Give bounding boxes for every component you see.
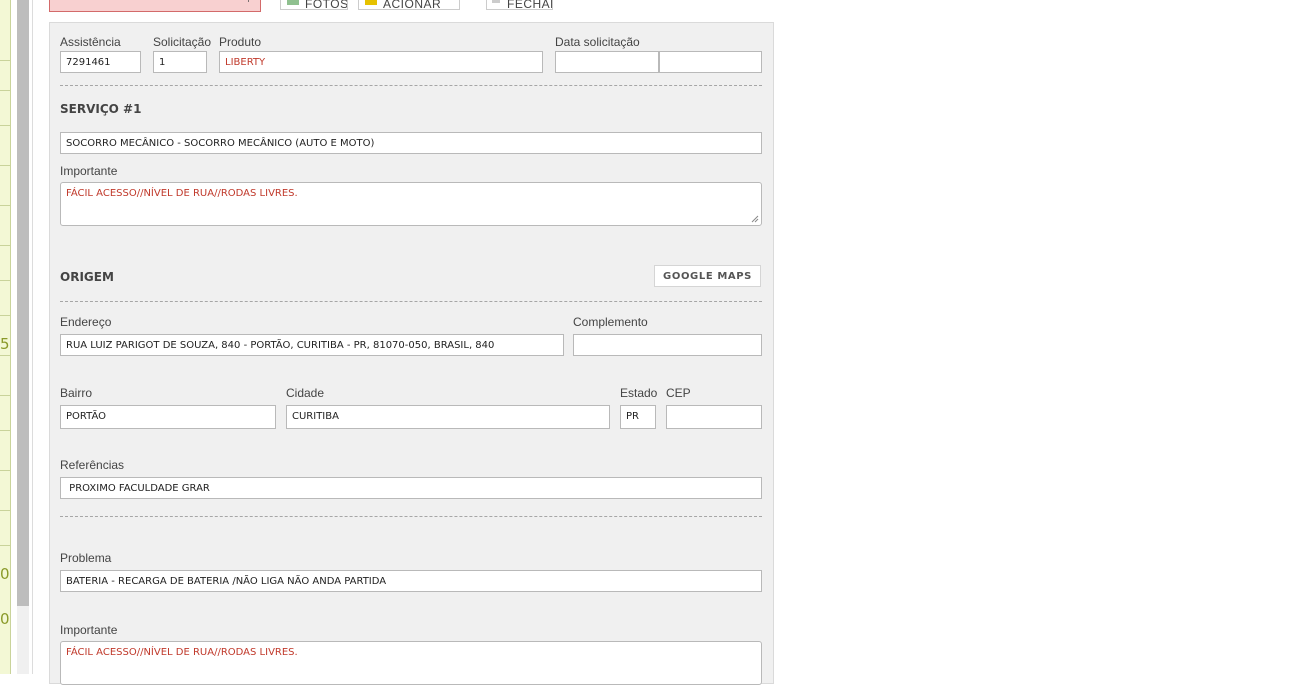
servico-input[interactable]: SOCORRO MECÂNICO - SOCORRO MECÂNICO (AUT… xyxy=(60,132,762,154)
close-icon: x xyxy=(492,0,500,3)
data-solicitacao-time-input[interactable] xyxy=(659,51,762,73)
assistencia-input[interactable]: 7291461 xyxy=(60,51,141,73)
importante-2-text: FÁCIL ACESSO//NÍVEL DE RUA//RODAS LIVRES… xyxy=(66,647,298,658)
chat-icon xyxy=(365,0,377,5)
cep-label: CEP xyxy=(666,386,691,400)
importante-2-label: Importante xyxy=(60,623,118,637)
cidade-input[interactable]: CURITIBA xyxy=(286,405,610,429)
estado-label: Estado xyxy=(620,386,658,400)
problema-input[interactable]: BATERIA - RECARGA DE BATERIA /NÃO LIGA N… xyxy=(60,570,762,592)
servico-section-title: SERVIÇO #1 xyxy=(60,102,142,116)
bairro-label: Bairro xyxy=(60,386,93,400)
resize-grip-icon[interactable] xyxy=(751,215,759,223)
importante-label: Importante xyxy=(60,164,118,178)
cep-input[interactable] xyxy=(666,405,762,429)
referencias-input[interactable]: PROXIMO FACULDADE GRAR xyxy=(60,477,762,499)
divider xyxy=(32,0,33,674)
service-form-panel: Assistência Solicitação Produto Data sol… xyxy=(49,22,774,685)
section-divider xyxy=(60,85,762,86)
google-maps-button[interactable]: GOOGLE MAPS xyxy=(654,265,761,287)
more-icon: ·| xyxy=(244,0,250,3)
produto-input[interactable]: LIBERTY xyxy=(219,51,543,73)
cidade-label: Cidade xyxy=(286,386,325,400)
produto-label: Produto xyxy=(219,35,262,49)
importante-text: FÁCIL ACESSO//NÍVEL DE RUA//RODAS LIVRES… xyxy=(66,188,298,199)
left-list-number: 0 xyxy=(0,610,10,628)
alert-bar[interactable]: ·| xyxy=(49,0,261,12)
data-solicitacao-date-input[interactable] xyxy=(555,51,659,73)
data-solicitacao-label: Data solicitação xyxy=(555,35,640,49)
endereco-input[interactable]: RUA LUIZ PARIGOT DE SOUZA, 840 - PORTÃO,… xyxy=(60,334,564,356)
origem-section-title: ORIGEM xyxy=(60,270,114,284)
photos-button[interactable]: FOTOS xyxy=(280,0,348,10)
complemento-input[interactable] xyxy=(573,334,762,356)
importante-2-textarea[interactable]: FÁCIL ACESSO//NÍVEL DE RUA//RODAS LIVRES… xyxy=(60,641,762,685)
bairro-input[interactable]: PORTÃO xyxy=(60,405,276,429)
complemento-label: Complemento xyxy=(573,315,648,329)
left-list-number: 5 xyxy=(0,335,10,353)
left-list-number: 0 xyxy=(0,565,10,583)
section-divider xyxy=(60,301,762,302)
assistencia-label: Assistência xyxy=(60,35,121,49)
referencias-label: Referências xyxy=(60,458,125,472)
scrollbar-thumb[interactable] xyxy=(17,0,29,606)
section-divider xyxy=(60,516,762,517)
close-button[interactable]: x FECHAR xyxy=(486,0,553,10)
endereco-label: Endereço xyxy=(60,315,112,329)
open-chat-button[interactable]: ACIONAR CHAT xyxy=(358,0,460,10)
problema-label: Problema xyxy=(60,551,112,565)
solicitacao-label: Solicitação xyxy=(153,35,212,49)
solicitacao-input[interactable]: 1 xyxy=(153,51,207,73)
photo-icon xyxy=(287,0,299,5)
estado-input[interactable]: PR xyxy=(620,405,656,429)
importante-textarea[interactable]: FÁCIL ACESSO//NÍVEL DE RUA//RODAS LIVRES… xyxy=(60,182,762,226)
